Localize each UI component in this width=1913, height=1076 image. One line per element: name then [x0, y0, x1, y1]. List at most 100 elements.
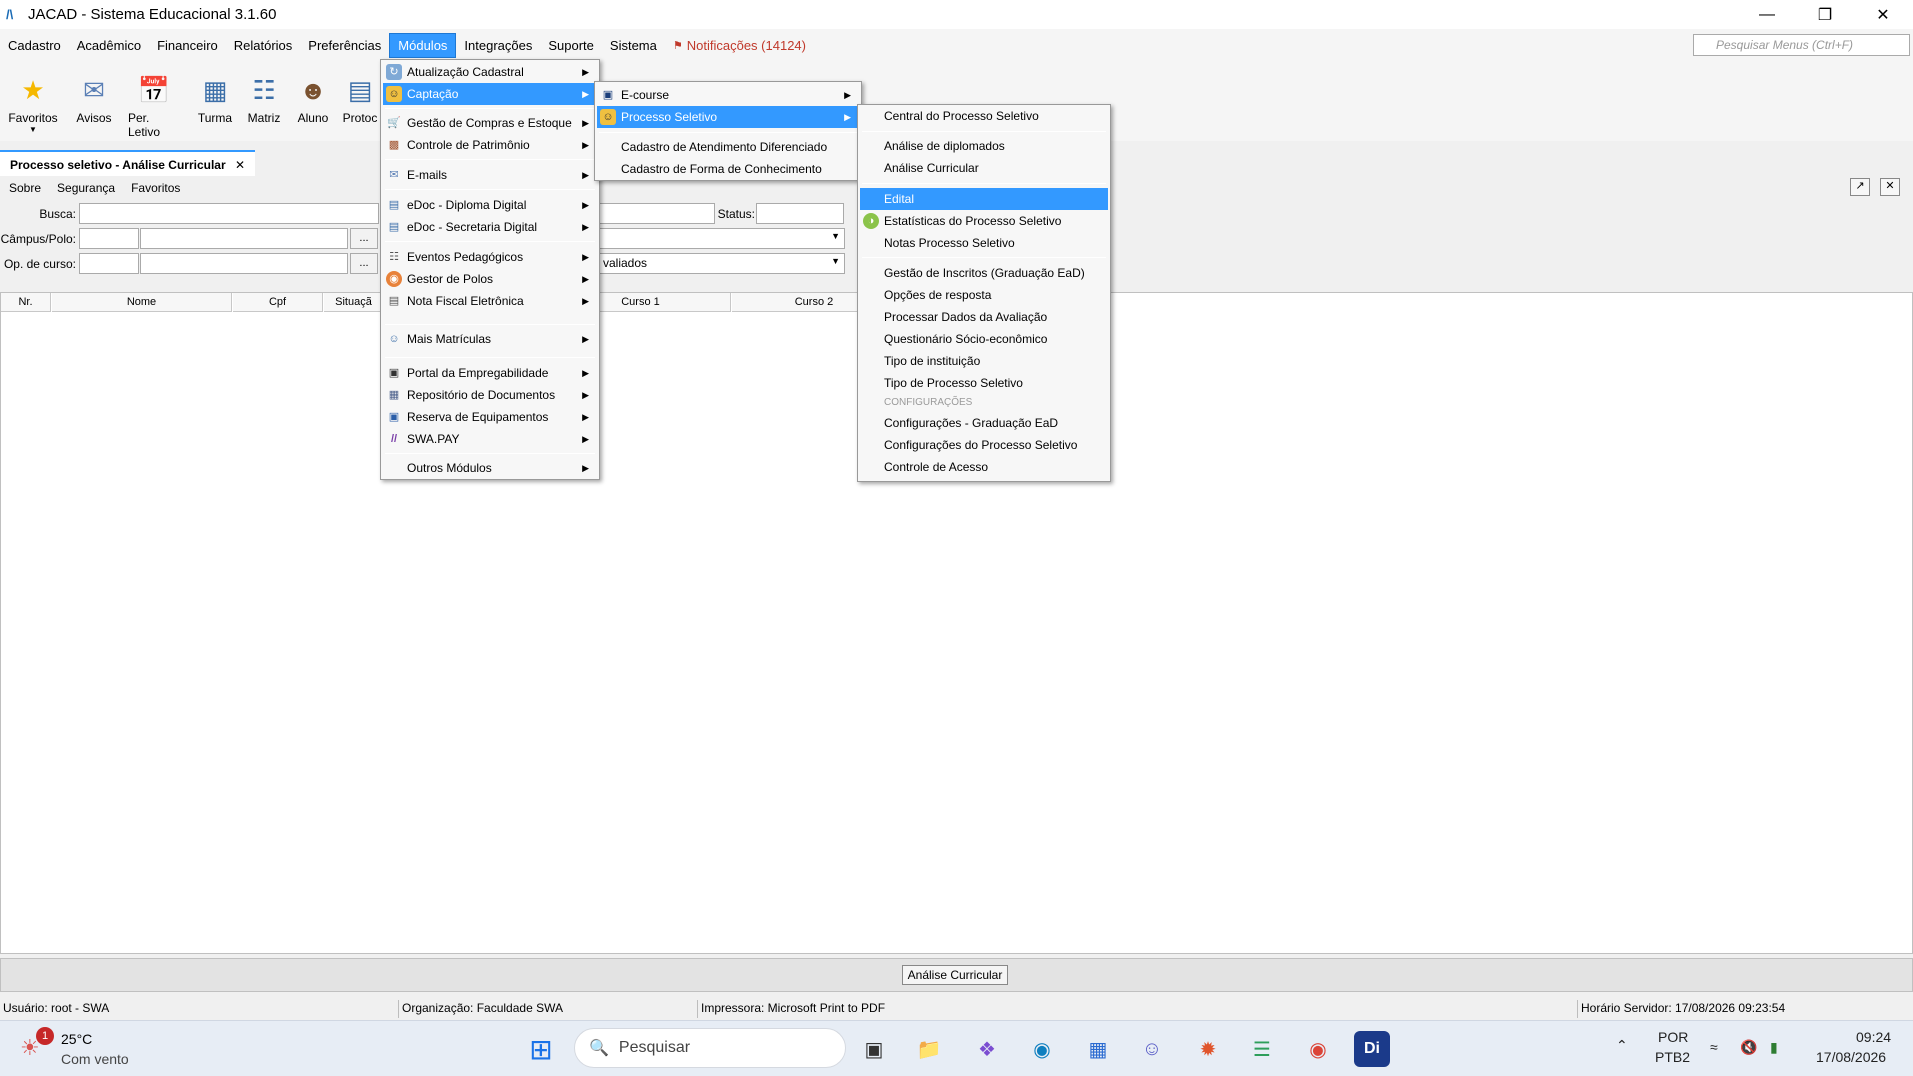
menu-item-controle-patrimonio[interactable]: ▩ Controle de Patrimônio ▶ [383, 134, 597, 156]
menu-item-swa-pay[interactable]: //SWA.PAY ▶ [383, 428, 597, 450]
weather-badge: 1 [36, 1027, 54, 1045]
menu-item-nota-fiscal[interactable]: ▤ Nota Fiscal Eletrônica ▶ [383, 290, 597, 312]
menu-item-captacao[interactable]: ☺ Captação ▶ [383, 83, 597, 105]
menu-modulos[interactable]: Módulos [389, 32, 457, 58]
busca-extra-input[interactable] [598, 203, 715, 224]
menu-item-processo-seletivo[interactable]: ☺ Processo Seletivo ▶ [597, 106, 859, 128]
teams-icon[interactable]: ☺ [1134, 1031, 1170, 1067]
menu-item-tipo-instituicao[interactable]: Tipo de instituição [860, 350, 1108, 372]
menu-item-notas[interactable]: Notas Processo Seletivo [860, 232, 1108, 254]
menu-sistema[interactable]: Sistema [602, 34, 665, 57]
menu-item-portal-empregabilidade[interactable]: ▣ Portal da Empregabilidade ▶ [383, 362, 597, 384]
menu-integracoes[interactable]: Integrações [456, 34, 540, 57]
column-header-nome[interactable]: Nome [52, 293, 232, 312]
menu-cadastro[interactable]: Cadastro [0, 34, 69, 57]
menu-item-analise-diplomados[interactable]: Análise de diplomados [860, 135, 1108, 157]
menu-item-eventos-pedagogicos[interactable]: ☷ Eventos Pedagógicos ▶ [383, 246, 597, 268]
chevron-up-icon[interactable]: ⌃ [1616, 1037, 1628, 1054]
menu-item-reserva-equipamentos[interactable]: ▣ Reserva de Equipamentos ▶ [383, 406, 597, 428]
column-header-nr[interactable]: Nr. [1, 293, 51, 312]
sobre-link[interactable]: Sobre [9, 181, 41, 197]
menu-item-edoc-secretaria[interactable]: ▤ eDoc - Secretaria Digital ▶ [383, 216, 597, 238]
file-explorer-icon[interactable]: 📁 [911, 1031, 947, 1067]
menu-item-atendimento-diferenciado[interactable]: Cadastro de Atendimento Diferenciado [597, 136, 859, 158]
language-code[interactable]: POR [1658, 1029, 1688, 1045]
menu-item-gestao-inscritos[interactable]: Gestão de Inscritos (Graduação EaD) [860, 262, 1108, 284]
opcurso-lookup-button[interactable]: ... [350, 253, 378, 274]
menu-item-processar-dados[interactable]: Processar Dados da Avaliação [860, 306, 1108, 328]
menu-preferencias[interactable]: Preferências [300, 34, 389, 57]
menu-item-opcoes-resposta[interactable]: Opções de resposta [860, 284, 1108, 306]
taskbar-search[interactable]: 🔍 Pesquisar [574, 1028, 846, 1068]
windows-start-icon[interactable]: ⊞ [523, 1031, 559, 1067]
menu-suporte[interactable]: Suporte [540, 34, 602, 57]
menu-item-central-processo[interactable]: Central do Processo Seletivo [860, 105, 1108, 127]
menu-item-gestao-compras[interactable]: 🛒 Gestão de Compras e Estoque ▶ [383, 112, 597, 134]
turma-button[interactable]: ▦ Turma [189, 73, 241, 126]
notifications-label: Notificações (14124) [686, 37, 806, 53]
wifi-icon[interactable]: ≈ [1710, 1039, 1718, 1055]
matriz-button[interactable]: ☷ Matriz [238, 73, 290, 126]
menu-item-e-course[interactable]: ▣ E-course ▶ [597, 84, 859, 106]
minimize-button[interactable]: — [1740, 0, 1794, 29]
campus-code-input[interactable] [79, 228, 139, 249]
favoritos-button[interactable]: ★ Favoritos ▼ [7, 73, 59, 135]
menu-item-estatisticas[interactable]: ◑ Estatísticas do Processo Seletivo [860, 210, 1108, 232]
campus-lookup-button[interactable]: ... [350, 228, 378, 249]
select-1[interactable]: ▼ [598, 228, 845, 249]
edge-icon[interactable]: ◉ [1024, 1031, 1060, 1067]
app-burst-icon[interactable]: ✹ [1190, 1031, 1226, 1067]
menu-item-atualizacao-cadastral[interactable]: ↻ Atualização Cadastral ▶ [383, 61, 597, 83]
protocolo-button[interactable]: ▤ Protoc [338, 73, 382, 126]
store-icon[interactable]: ▦ [1080, 1031, 1116, 1067]
favoritos-link[interactable]: Favoritos [131, 181, 180, 197]
tab-close-icon[interactable]: ✕ [235, 158, 245, 172]
task-view-icon[interactable]: ▣ [856, 1031, 892, 1067]
menu-academico[interactable]: Acadêmico [69, 34, 149, 57]
avaliados-select[interactable]: valiados ▼ [598, 253, 845, 274]
keyboard-layout[interactable]: PTB2 [1655, 1049, 1690, 1065]
menu-item-gestor-polos[interactable]: ◉ Gestor de Polos ▶ [383, 268, 597, 290]
menu-item-forma-conhecimento[interactable]: Cadastro de Forma de Conhecimento [597, 158, 859, 180]
menu-item-config-processo[interactable]: Configurações do Processo Seletivo [860, 434, 1108, 456]
campus-name-input[interactable] [140, 228, 348, 249]
menu-item-mais-matriculas[interactable]: ☺ Mais Matrículas ▶ [383, 328, 597, 350]
chrome-icon[interactable]: ◉ [1300, 1031, 1336, 1067]
menu-item-edital[interactable]: Edital [860, 188, 1108, 210]
menu-item-repositorio-documentos[interactable]: ▦ Repositório de Documentos ▶ [383, 384, 597, 406]
opcurso-code-input[interactable] [79, 253, 139, 274]
avisos-button[interactable]: ✉ Avisos [68, 73, 120, 126]
aluno-button[interactable]: ☻ Aluno [287, 73, 339, 126]
close-window-button[interactable]: ✕ [1856, 0, 1910, 29]
jacad-app-icon[interactable]: Di [1354, 1031, 1390, 1067]
submenu-arrow-icon: ▶ [582, 390, 589, 400]
menu-search-input[interactable]: Pesquisar Menus (Ctrl+F) [1693, 34, 1910, 56]
column-header-situacao[interactable]: Situaçã [324, 293, 384, 312]
layers-icon[interactable]: ☰ [1244, 1031, 1280, 1067]
menu-item-config-ead[interactable]: Configurações - Graduação EaD [860, 412, 1108, 434]
opcurso-name-input[interactable] [140, 253, 348, 274]
per-letivo-button[interactable]: 📅 Per. Letivo [128, 73, 180, 140]
copilot-icon[interactable]: ❖ [969, 1031, 1005, 1067]
clock-date[interactable]: 17/08/2026 [1816, 1049, 1886, 1065]
busca-input[interactable] [79, 203, 379, 224]
menu-item-tipo-processo[interactable]: Tipo de Processo Seletivo [860, 372, 1108, 394]
menu-relatorios[interactable]: Relatórios [226, 34, 301, 57]
tab-analise-curricular[interactable]: Processo seletivo - Análise Curricular ✕ [0, 150, 256, 176]
menu-item-edoc-diploma[interactable]: ▤ eDoc - Diploma Digital ▶ [383, 194, 597, 216]
analise-curricular-button[interactable]: Análise Curricular [902, 965, 1008, 985]
column-header-cpf[interactable]: Cpf [233, 293, 323, 312]
menu-item-questionario[interactable]: Questionário Sócio-econômico [860, 328, 1108, 350]
speaker-muted-icon[interactable]: 🔇 [1740, 1039, 1757, 1056]
battery-icon[interactable]: ▮ [1770, 1039, 1778, 1056]
menu-financeiro[interactable]: Financeiro [149, 34, 226, 57]
notifications-link[interactable]: ⚑ Notificações (14124) [665, 34, 814, 57]
clock-time[interactable]: 09:24 [1856, 1029, 1891, 1045]
menu-item-controle-acesso[interactable]: Controle de Acesso [860, 456, 1108, 478]
restore-button[interactable]: ❐ [1798, 0, 1852, 29]
menu-item-outros-modulos[interactable]: Outros Módulos ▶ [383, 457, 597, 479]
menu-item-emails[interactable]: ✉ E-mails ▶ [383, 164, 597, 186]
status-input[interactable] [756, 203, 844, 224]
menu-item-analise-curricular[interactable]: Análise Curricular [860, 157, 1108, 179]
seguranca-link[interactable]: Segurança [57, 181, 115, 197]
